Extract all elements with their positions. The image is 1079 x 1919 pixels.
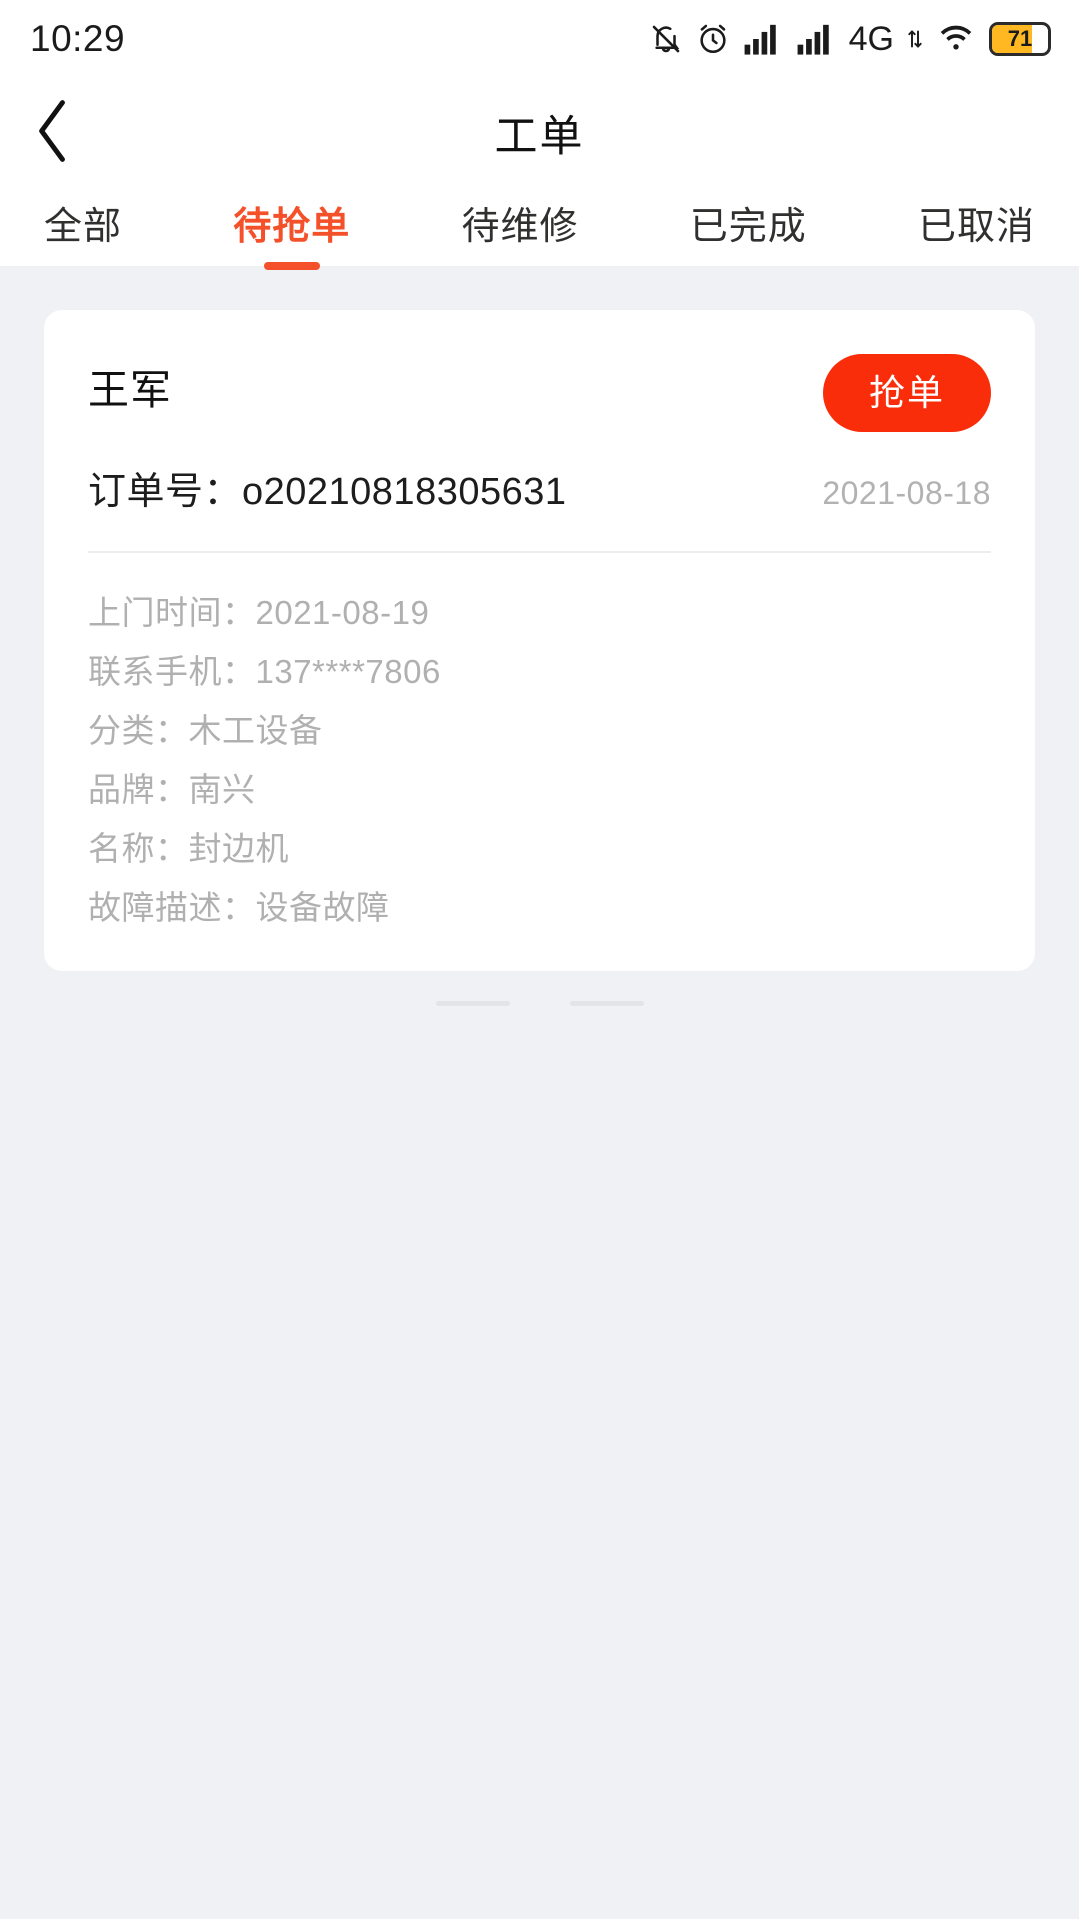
tab-cancelled[interactable]: 已取消 — [918, 188, 1035, 266]
order-number: 订单号：o20210818305631 — [88, 471, 567, 513]
order-date: 2021-08-18 — [822, 475, 991, 511]
chevron-left-icon — [30, 95, 76, 172]
tab-label: 已取消 — [917, 206, 1035, 248]
tab-all[interactable]: 全部 — [44, 188, 122, 266]
customer-name: 王军 — [88, 367, 172, 413]
signal-bars-icon — [743, 22, 783, 56]
order-card-header: 王军 抢单 — [88, 354, 991, 450]
tab-pending-repair[interactable]: 待维修 — [461, 188, 578, 266]
alarm-clock-icon — [696, 22, 730, 56]
card-divider — [88, 551, 991, 553]
status-time: 10:29 — [30, 18, 126, 59]
device-name-row: 名称：封边机 — [88, 830, 289, 867]
network-type-label: 4G — [848, 19, 894, 58]
signal-bars-icon — [796, 22, 836, 56]
tab-label: 已完成 — [689, 206, 807, 248]
grab-order-button[interactable]: 抢单 — [822, 354, 991, 432]
status-icon-group: 4G 71 — [649, 20, 1051, 59]
page-title: 工单 — [494, 113, 585, 161]
battery-icon: 71 — [989, 22, 1051, 56]
tab-label: 待抢单 — [233, 206, 351, 248]
visit-time-row: 上门时间：2021-08-19 — [88, 594, 430, 631]
brand-row: 品牌：南兴 — [88, 771, 256, 808]
list-end-bar-right — [569, 1001, 644, 1006]
order-number-row: 订单号：o20210818305631 2021-08-18 — [88, 460, 991, 515]
back-button[interactable] — [30, 78, 120, 188]
order-card[interactable]: 王军 抢单 订单号：o20210818305631 2021-08-18 上门时… — [44, 310, 1035, 971]
status-bar: 10:29 4G 71 — [0, 0, 1079, 78]
contact-phone-row: 联系手机：137****7806 — [88, 653, 441, 690]
tab-pending-grab[interactable]: 待抢单 — [233, 188, 351, 270]
tab-label: 全部 — [44, 206, 123, 248]
battery-percent-label: 71 — [1007, 26, 1033, 51]
tab-label: 待维修 — [461, 206, 579, 248]
list-end-divider — [0, 1001, 1079, 1006]
tab-completed[interactable]: 已完成 — [690, 188, 807, 266]
order-list: 王军 抢单 订单号：o20210818305631 2021-08-18 上门时… — [0, 266, 1079, 1919]
mute-bell-icon — [649, 22, 683, 56]
data-transfer-icon — [907, 27, 923, 51]
list-end-bar-left — [435, 1001, 510, 1006]
tab-bar: 全部 待抢单 待维修 已完成 已取消 — [0, 188, 1079, 270]
wifi-icon — [936, 22, 976, 56]
nav-bar: 工单 — [0, 78, 1079, 188]
category-row: 分类：木工设备 — [88, 712, 323, 749]
active-tab-underline — [263, 262, 320, 270]
fault-description-row: 故障描述：设备故障 — [88, 889, 390, 926]
